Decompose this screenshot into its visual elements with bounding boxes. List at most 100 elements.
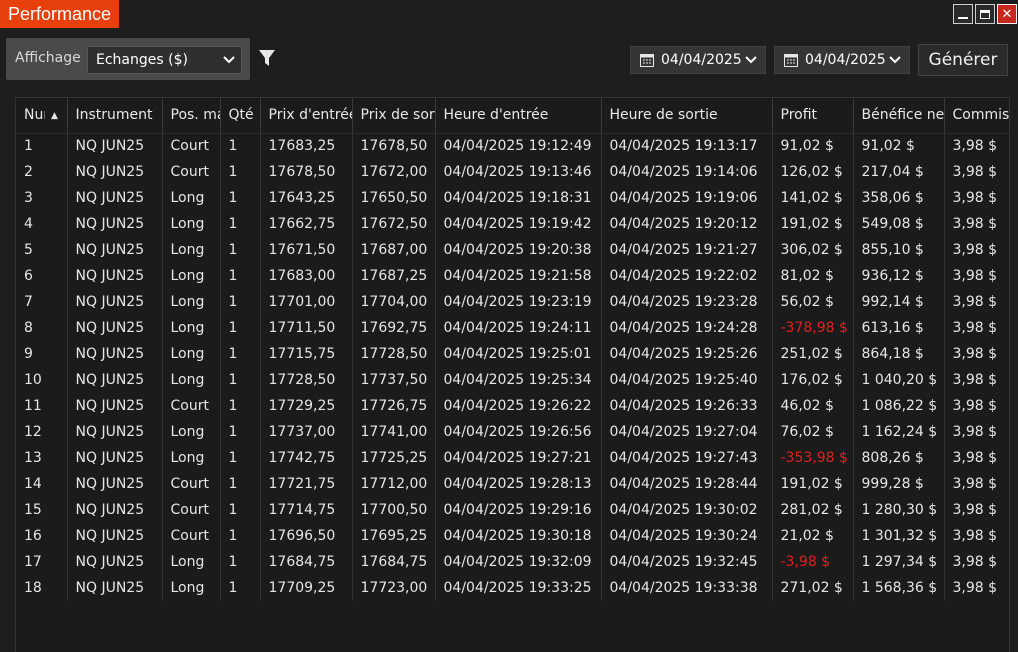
table-cell: 1 162,24 $ [853,419,945,445]
table-cell: 17711,50 [260,315,353,341]
display-select[interactable]: Echanges ($) [87,46,242,74]
table-cell: 1 [220,263,261,289]
table-row[interactable]: 17 NQ JUN25 Long 1 17684,75 17684,75 04/04/202… [16,549,1009,575]
table-cell: 04/04/2025 19:28:13 [435,471,602,497]
table-row[interactable]: 16 NQ JUN25 Court 1 17696,50 17695,25 04/04/20… [16,523,1009,549]
table-cell: 18 [16,575,68,601]
table-cell: 04/04/2025 19:26:33 [601,393,773,419]
date-to-value: 04/04/2025 [805,52,886,68]
column-header[interactable]: Bénéfice net [853,98,945,134]
table-cell: 855,10 $ [853,237,945,263]
table-row[interactable]: 12 NQ JUN25 Long 1 17737,00 17741,00 04/04/202… [16,419,1009,445]
table-row[interactable]: 6 NQ JUN25 Long 1 17683,00 17687,25 04/04/2025… [16,263,1009,289]
table-row[interactable]: 10 NQ JUN25 Long 1 17728,50 17737,50 04/04/202… [16,367,1009,393]
table-cell: NQ JUN25 [67,289,163,315]
table-cell: 04/04/2025 19:27:43 [601,445,773,471]
table-cell: 1 280,30 $ [853,497,945,523]
table-row[interactable]: 1 NQ JUN25 Court 1 17683,25 17678,50 04/04/202… [16,133,1009,159]
table-row[interactable]: 3 NQ JUN25 Long 1 17643,25 17650,50 04/04/2025… [16,185,1009,211]
table-cell: 17678,50 [352,133,436,159]
trades-grid: Numéro ▲ Instrument Pos. marché Qté Prix d'en… [15,97,1010,652]
table-row[interactable]: 13 NQ JUN25 Long 1 17742,75 17725,25 04/04/202… [16,445,1009,471]
table-row[interactable]: 8 NQ JUN25 Long 1 17711,50 17692,75 04/04/2025… [16,315,1009,341]
table-cell: 3,98 $ [944,237,1009,263]
maximize-icon[interactable] [975,4,995,24]
column-header[interactable]: Prix d'entrée [260,98,353,134]
table-cell: NQ JUN25 [67,575,163,601]
generate-button[interactable]: Générer [918,44,1008,76]
table-cell: 17742,75 [260,445,353,471]
table-cell: 217,04 $ [853,159,945,185]
table-cell: Long [162,445,221,471]
column-header[interactable]: Heure d'entrée [435,98,602,134]
table-row[interactable]: 18 NQ JUN25 Long 1 17709,25 17723,00 04/04/202… [16,575,1009,601]
table-cell: 271,02 $ [772,575,854,601]
table-cell: 864,18 $ [853,341,945,367]
table-cell: 04/04/2025 19:13:46 [435,159,602,185]
table-cell: 17650,50 [352,185,436,211]
table-cell: 17721,75 [260,471,353,497]
date-to-picker[interactable]: 04/04/2025 [774,46,910,74]
column-header[interactable]: Qté [220,98,261,134]
column-header[interactable]: Heure de sortie [601,98,773,134]
table-cell: 306,02 $ [772,237,854,263]
table-cell: 3,98 $ [944,575,1009,601]
column-header[interactable]: Profit [772,98,854,134]
title-bar: Performance ✕ [0,0,1018,28]
table-cell: Long [162,419,221,445]
filter-icon[interactable] [258,48,278,70]
table-cell: 176,02 $ [772,367,854,393]
close-icon[interactable]: ✕ [997,4,1017,24]
table-row[interactable]: 4 NQ JUN25 Long 1 17662,75 17672,50 04/04/2025… [16,211,1009,237]
table-cell: 1 [220,211,261,237]
table-row[interactable]: 5 NQ JUN25 Long 1 17671,50 17687,00 04/04/2025… [16,237,1009,263]
table-cell: 3,98 $ [944,159,1009,185]
table-cell: 04/04/2025 19:33:25 [435,575,602,601]
window-title: Performance [0,0,120,28]
column-header-label: Instrument [75,107,153,124]
table-cell: 1 [220,445,261,471]
table-cell: 17701,00 [260,289,353,315]
table-cell: 3,98 $ [944,549,1009,575]
table-cell: 141,02 $ [772,185,854,211]
table-cell: 17704,00 [352,289,436,315]
table-row[interactable]: 9 NQ JUN25 Long 1 17715,75 17728,50 04/04/2025… [16,341,1009,367]
column-header[interactable]: Prix de sortie [352,98,436,134]
table-row[interactable]: 7 NQ JUN25 Long 1 17701,00 17704,00 04/04/2025… [16,289,1009,315]
table-cell: Long [162,549,221,575]
column-header-label: Prix d'entrée [268,107,352,124]
table-cell: -378,98 $ [772,315,854,341]
table-cell: 1 [220,549,261,575]
table-cell: 17726,75 [352,393,436,419]
table-cell: 04/04/2025 19:24:28 [601,315,773,341]
date-from-value: 04/04/2025 [661,52,742,68]
table-row[interactable]: 15 NQ JUN25 Court 1 17714,75 17700,50 04/04/20… [16,497,1009,523]
table-row[interactable]: 14 NQ JUN25 Court 1 17721,75 17712,00 04/04/20… [16,471,1009,497]
table-cell: 808,26 $ [853,445,945,471]
calendar-icon [640,54,654,67]
table-cell: 14 [16,471,68,497]
column-header[interactable]: Pos. marché [162,98,221,134]
column-header[interactable]: Instrument [67,98,163,134]
display-select-value: Echanges ($) [96,52,188,68]
table-cell: 1 [220,289,261,315]
table-cell: 04/04/2025 19:24:11 [435,315,602,341]
table-cell: Long [162,315,221,341]
table-cell: 11 [16,393,68,419]
table-cell: 1 568,36 $ [853,575,945,601]
table-cell: 17696,50 [260,523,353,549]
table-cell: -353,98 $ [772,445,854,471]
table-cell: 04/04/2025 19:25:34 [435,367,602,393]
column-header-label: Profit [780,107,818,124]
table-cell: 1 [220,419,261,445]
date-from-picker[interactable]: 04/04/2025 [630,46,766,74]
minimize-icon[interactable] [953,4,973,24]
table-cell: 04/04/2025 19:21:27 [601,237,773,263]
table-row[interactable]: 11 NQ JUN25 Court 1 17729,25 17726,75 04/04/20… [16,393,1009,419]
column-header[interactable]: Commission [944,98,1009,134]
column-header[interactable]: Numéro ▲ [16,98,68,134]
table-row[interactable]: 2 NQ JUN25 Court 1 17678,50 17672,00 04/04/202… [16,159,1009,185]
table-cell: NQ JUN25 [67,393,163,419]
table-cell: NQ JUN25 [67,315,163,341]
table-cell: 21,02 $ [772,523,854,549]
